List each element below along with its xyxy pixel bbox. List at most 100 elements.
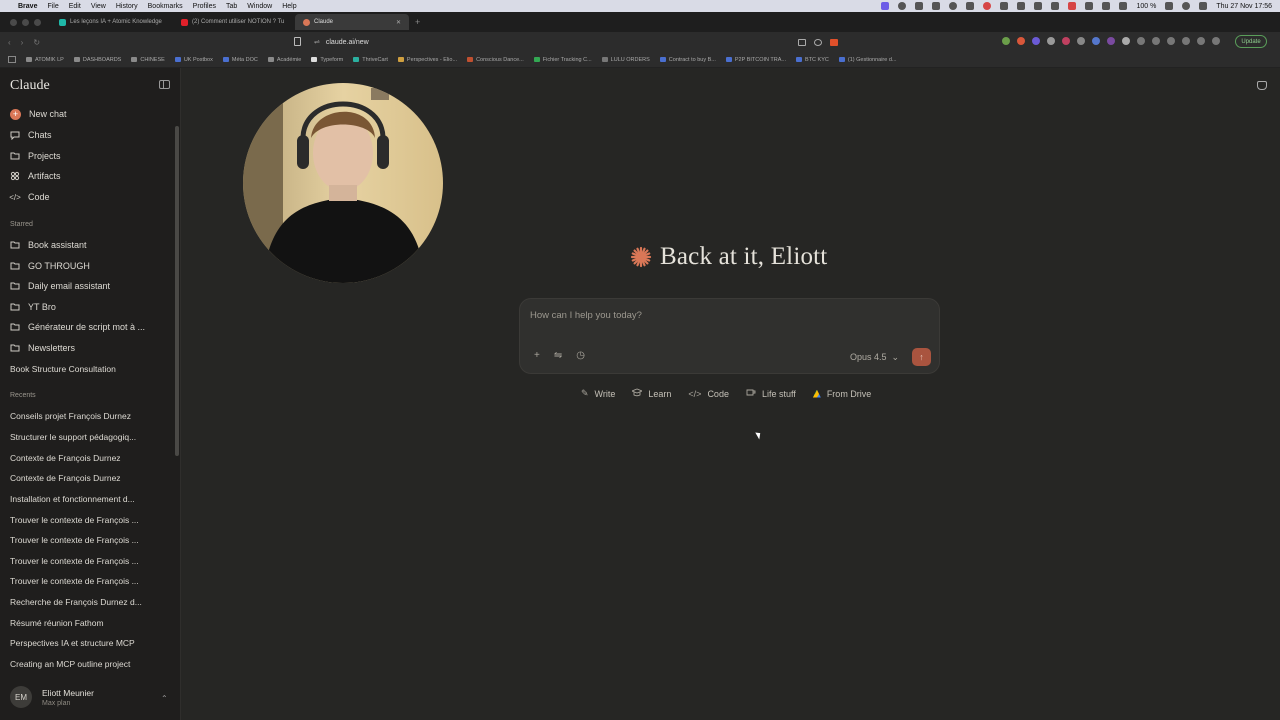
chip-code[interactable]: </> Code [688, 388, 729, 399]
chip-life-stuff[interactable]: Life stuff [746, 388, 796, 399]
starred-project-item[interactable]: Book assistant [10, 237, 87, 253]
extension-icon[interactable] [1017, 37, 1025, 45]
starred-project-item[interactable]: Daily email assistant [10, 278, 110, 294]
menu-app-name[interactable]: Brave [18, 3, 37, 10]
bookmark-item[interactable]: BTC KYC [796, 57, 829, 63]
site-settings-icon[interactable]: ⇌ [314, 38, 320, 46]
extension-icon[interactable] [1002, 37, 1010, 45]
zoom-icon[interactable] [814, 38, 822, 46]
bookmark-icon[interactable] [294, 37, 301, 46]
extension-icon[interactable] [1197, 37, 1205, 45]
user-menu[interactable]: EM Eliott Meunier Max plan [10, 686, 94, 708]
status-icon[interactable] [1068, 2, 1077, 10]
close-tab-icon[interactable]: ✕ [396, 19, 401, 26]
bookmark-item[interactable]: Perspectives - Elio... [397, 57, 457, 63]
sidebar-item-code[interactable]: </> Code [9, 189, 49, 205]
recent-chat-item[interactable]: Conseils projet François Durnez [10, 411, 131, 421]
toggle-sidebar-icon[interactable] [159, 80, 170, 89]
brave-shields-icon[interactable] [830, 38, 838, 46]
menu-view[interactable]: View [91, 3, 106, 10]
cast-icon[interactable] [798, 38, 806, 46]
bookmark-item[interactable]: P2P BITCOIN TRA... [725, 57, 786, 63]
extension-icon[interactable] [1137, 37, 1145, 45]
send-button[interactable]: ↑ [912, 348, 931, 366]
status-icon[interactable] [1000, 2, 1009, 10]
new-chat-button[interactable]: + New chat [10, 106, 67, 122]
recent-chat-item[interactable]: Trouver le contexte de François ... [10, 535, 139, 545]
message-composer[interactable]: How can I help you today? + ⇋ ◷ Opus 4.5… [519, 298, 940, 374]
menu-file[interactable]: File [47, 3, 58, 10]
starred-project-item[interactable]: Générateur de script mot à ... [10, 319, 145, 335]
status-icon[interactable] [1102, 2, 1111, 10]
control-center-icon[interactable] [1199, 2, 1208, 10]
menu-window[interactable]: Window [247, 3, 272, 10]
extension-icon[interactable] [1167, 37, 1175, 45]
extension-icon[interactable] [1212, 37, 1220, 45]
menu-edit[interactable]: Edit [69, 3, 81, 10]
extension-icon[interactable] [1077, 37, 1085, 45]
status-icon[interactable] [949, 2, 958, 10]
extension-icon[interactable] [1152, 37, 1160, 45]
search-icon[interactable] [1182, 2, 1191, 10]
model-selector[interactable]: Opus 4.5 ⌄ [850, 352, 899, 363]
chip-from-drive[interactable]: From Drive [812, 388, 871, 399]
status-icon[interactable] [915, 2, 924, 10]
recent-chat-item[interactable]: Recherche de François Durnez d... [10, 597, 142, 607]
starred-project-item[interactable]: YT Bro [10, 299, 56, 315]
recent-chat-item[interactable]: Trouver le contexte de François ... [10, 576, 139, 586]
menu-tab[interactable]: Tab [226, 3, 237, 10]
close-window-button[interactable] [10, 18, 17, 26]
status-icon[interactable] [966, 2, 975, 10]
bookmark-item[interactable]: UK Postbox [174, 57, 213, 63]
extension-icon[interactable] [1092, 37, 1100, 45]
status-icon[interactable] [898, 2, 907, 10]
chevron-updown-icon[interactable]: ⌃ [161, 694, 168, 703]
status-icon[interactable] [932, 2, 941, 10]
recent-chat-item[interactable]: Contexte de François Durnez [10, 473, 121, 483]
minimize-window-button[interactable] [22, 18, 29, 26]
recent-chat-item[interactable]: Installation et fonctionnement d... [10, 494, 135, 504]
browser-tab-active[interactable]: Claude ✕ [295, 14, 409, 30]
back-icon[interactable]: ‹ [8, 38, 11, 47]
recent-chat-item[interactable]: Contexte de François Durnez [10, 453, 121, 463]
sidebar-item-chats[interactable]: Chats [10, 127, 52, 143]
extension-icon[interactable] [1032, 37, 1040, 45]
sidebar-item-projects[interactable]: Projects [10, 148, 61, 164]
sidebar-scrollbar[interactable] [175, 126, 179, 456]
menu-bookmarks[interactable]: Bookmarks [148, 3, 183, 10]
incognito-chat-icon[interactable] [1257, 81, 1267, 90]
address-bar[interactable]: ⇌ claude.ai/new [308, 34, 848, 50]
message-input[interactable]: How can I help you today? [530, 310, 642, 321]
zoom-window-button[interactable] [34, 18, 41, 26]
update-button[interactable]: Update [1235, 35, 1267, 48]
recent-chat-item[interactable]: Structurer le support pédagogiq... [10, 432, 136, 442]
bookmark-item[interactable]: (1) Gestionnaire d... [838, 57, 896, 63]
menu-help[interactable]: Help [282, 3, 296, 10]
bookmark-item[interactable]: Académie [267, 57, 301, 63]
bookmark-item[interactable]: Conscious Dance... [467, 57, 524, 63]
sidebar-toggle-icon[interactable] [8, 56, 16, 63]
extension-icon[interactable] [1122, 37, 1130, 45]
bookmark-item[interactable]: Méta DOC [222, 57, 258, 63]
starred-project-item[interactable]: GO THROUGH [10, 258, 90, 274]
menu-profiles[interactable]: Profiles [193, 3, 216, 10]
volume-icon[interactable] [1085, 2, 1094, 10]
browser-tab[interactable]: Les leçons IA + Atomic Knowledge [51, 14, 173, 30]
bookmark-item[interactable]: Typeform [311, 57, 343, 63]
status-icon[interactable] [1034, 2, 1043, 10]
bookmark-item[interactable]: ThriveCart [353, 57, 388, 63]
extension-icon[interactable] [1182, 37, 1190, 45]
wifi-icon[interactable] [1119, 2, 1128, 10]
starred-project-item[interactable]: Newsletters [10, 340, 75, 356]
bookmark-item[interactable]: LULU ORDERS [601, 57, 650, 63]
recent-chat-item[interactable]: Résumé réunion Fathom [10, 618, 104, 628]
bookmark-item[interactable]: DASHBOARDS [73, 57, 121, 63]
claude-logo[interactable]: Claude [10, 78, 50, 94]
battery-icon[interactable] [1165, 2, 1174, 10]
chip-learn[interactable]: Learn [631, 388, 671, 399]
extension-icon[interactable] [1062, 37, 1070, 45]
recent-chat-item[interactable]: Trouver le contexte de François ... [10, 556, 139, 566]
menu-clock[interactable]: Thu 27 Nov 17:56 [1216, 3, 1272, 10]
new-tab-button[interactable]: + [409, 17, 420, 27]
chip-write[interactable]: ✎ Write [581, 388, 615, 399]
